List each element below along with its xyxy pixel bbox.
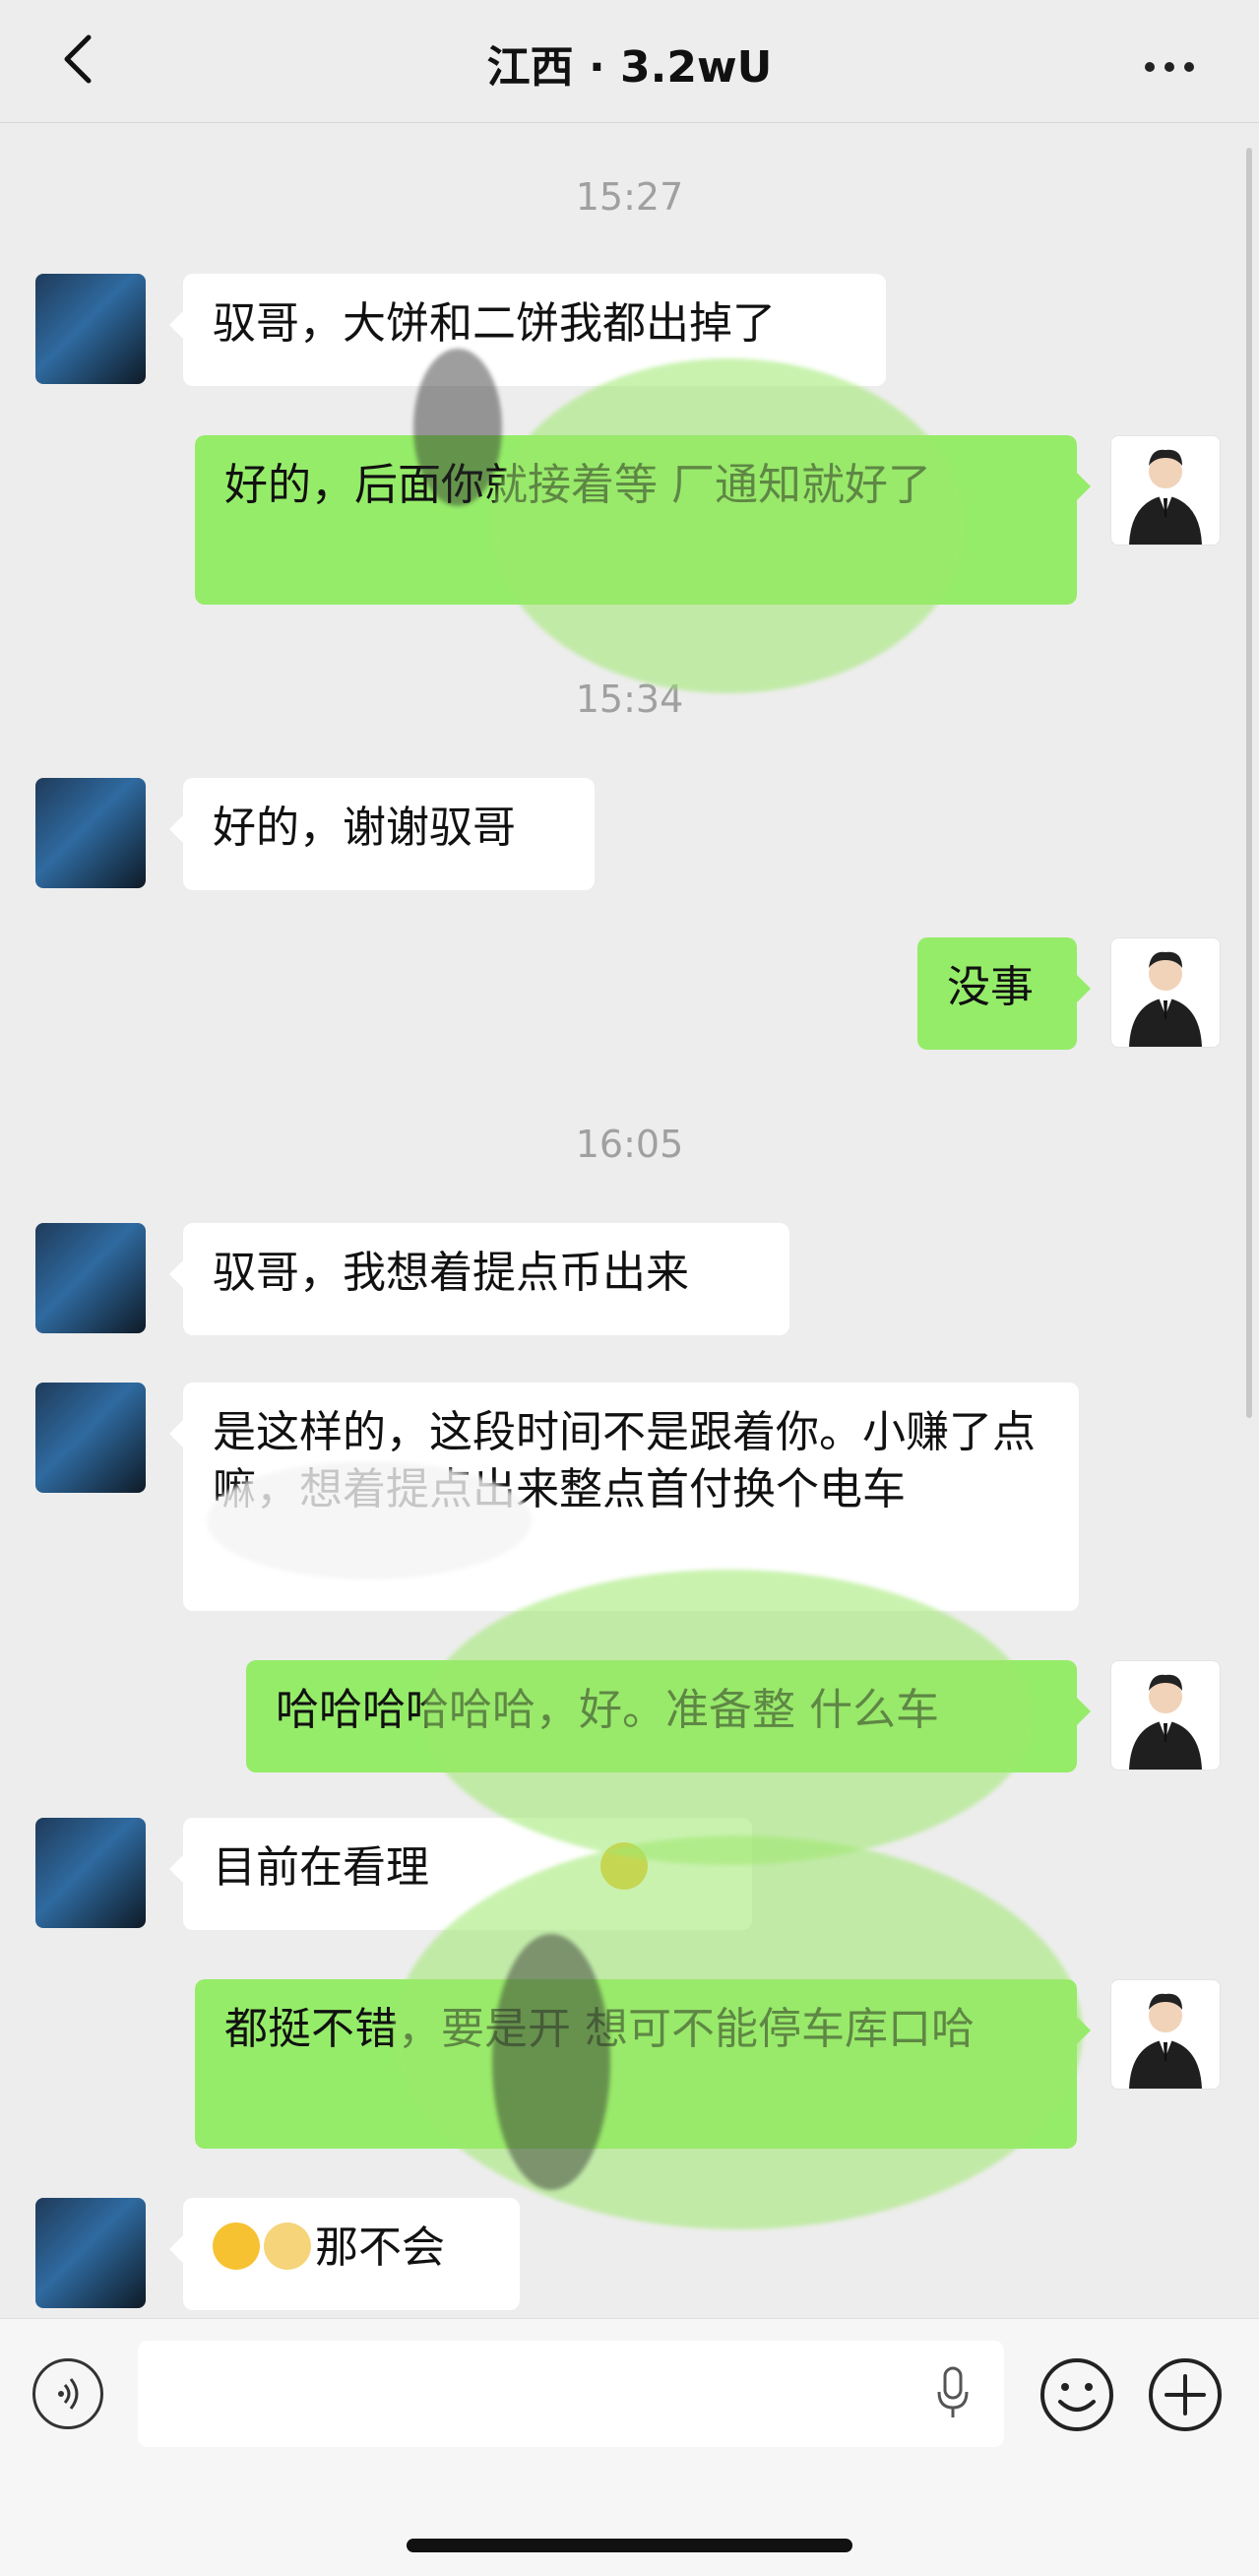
self-avatar[interactable]	[1110, 1660, 1221, 1771]
chat-header: 江西 · 3.2wU	[0, 0, 1259, 123]
emoji-icon	[264, 2222, 311, 2270]
contact-avatar[interactable]	[35, 1818, 146, 1928]
message-text: 目前在看理	[213, 1842, 429, 1893]
timestamp: 15:34	[575, 677, 684, 721]
contact-avatar[interactable]	[35, 778, 146, 888]
microphone-icon[interactable]	[933, 2364, 973, 2423]
redaction-smear	[492, 358, 965, 693]
message-incoming[interactable]: 那不会	[169, 2198, 520, 2310]
emoji-icon	[213, 2222, 260, 2270]
message-list[interactable]: 15:27 驭哥，大饼和二饼我都出掉了 好的，后面你就接着等 厂通知就好了 15…	[0, 122, 1259, 2318]
plus-icon[interactable]	[1147, 2356, 1224, 2433]
home-indicator[interactable]	[407, 2539, 852, 2552]
contact-avatar[interactable]	[35, 2198, 146, 2308]
self-avatar[interactable]	[1110, 435, 1221, 546]
self-avatar[interactable]	[1110, 1979, 1221, 2090]
self-avatar[interactable]	[1110, 937, 1221, 1048]
redaction-smear	[413, 349, 502, 506]
voice-icon[interactable]	[32, 2358, 103, 2429]
scrollbar[interactable]	[1246, 148, 1252, 1418]
input-bar	[0, 2318, 1259, 2576]
message-incoming[interactable]: 好的，谢谢驭哥	[169, 778, 595, 890]
contact-avatar[interactable]	[35, 1383, 146, 1493]
timestamp: 16:05	[575, 1123, 684, 1166]
more-dots-icon[interactable]	[1145, 57, 1204, 72]
redaction-smear	[207, 1461, 532, 1579]
message-outgoing[interactable]: 没事	[917, 937, 1091, 1050]
redaction-smear	[492, 1934, 610, 2190]
timestamp: 15:27	[575, 175, 684, 219]
message-input[interactable]	[138, 2341, 1004, 2447]
emoji-icon[interactable]	[1039, 2356, 1115, 2433]
message-text: 那不会	[315, 2222, 445, 2273]
message-incoming[interactable]: 驭哥，我想着提点币出来	[169, 1223, 789, 1335]
contact-avatar[interactable]	[35, 274, 146, 384]
chat-title: 江西 · 3.2wU	[486, 42, 773, 93]
redaction-smear	[423, 1570, 1034, 1865]
contact-avatar[interactable]	[35, 1223, 146, 1333]
